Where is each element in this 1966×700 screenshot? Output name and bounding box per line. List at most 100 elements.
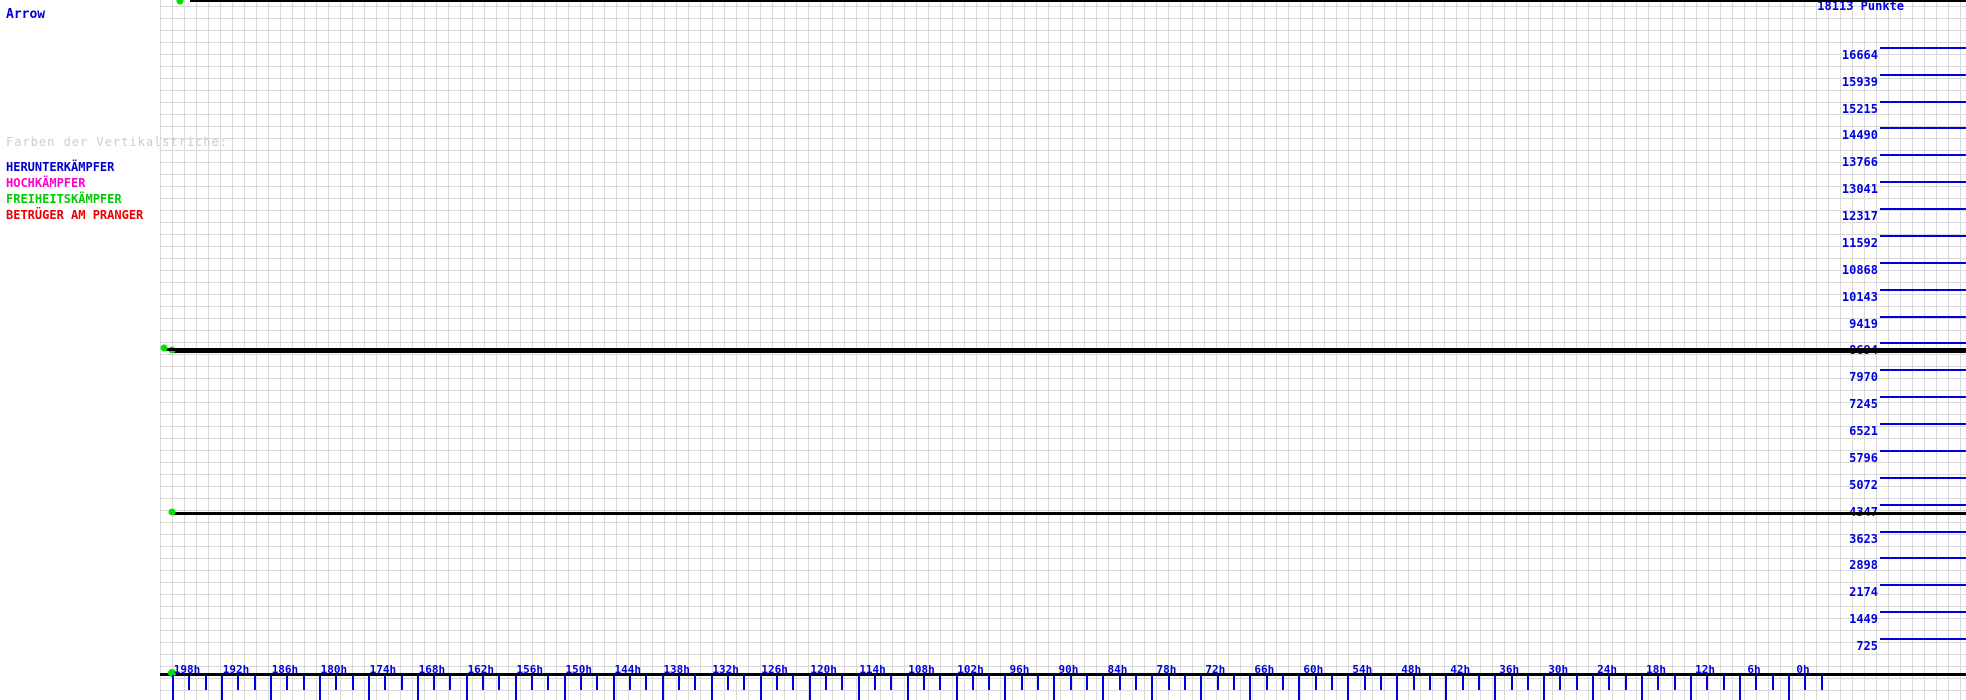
series-line bbox=[172, 511, 1966, 515]
x-axis-minor-tick bbox=[351, 675, 354, 690]
x-axis-minor-tick bbox=[1820, 675, 1823, 690]
x-axis-minor-tick bbox=[384, 675, 387, 690]
x-axis-minor-tick bbox=[547, 675, 550, 690]
x-axis-tick-label: 12h bbox=[1695, 663, 1715, 676]
y-gridline bbox=[1880, 234, 1966, 237]
series-line bbox=[163, 348, 1966, 351]
x-axis-minor-tick bbox=[1575, 675, 1578, 690]
x-axis-minor-tick bbox=[433, 675, 436, 690]
x-axis-minor-tick bbox=[204, 675, 207, 690]
y-gridline bbox=[1880, 73, 1966, 76]
x-axis-tick-label: 150h bbox=[565, 663, 593, 676]
x-axis-minor-tick bbox=[1037, 675, 1040, 690]
y-axis-tick-label: 13041 bbox=[1841, 182, 1878, 197]
y-gridline bbox=[1880, 154, 1966, 157]
x-axis-tick-label: 60h bbox=[1303, 663, 1324, 676]
y-gridline bbox=[1880, 288, 1966, 291]
y-axis-tick-label: 13766 bbox=[1841, 155, 1878, 170]
x-axis-tick-label: 102h bbox=[957, 663, 984, 676]
x-axis-tick-label: 174h bbox=[369, 663, 397, 676]
x-axis-tick-label: 6h bbox=[1747, 663, 1761, 676]
y-axis-tick-label: 5796 bbox=[1849, 450, 1878, 465]
y-gridline bbox=[1880, 100, 1966, 103]
x-axis-minor-tick bbox=[580, 675, 583, 690]
y-axis-tick-label: 3623 bbox=[1849, 531, 1878, 546]
x-axis-tick bbox=[1396, 675, 1399, 700]
y-axis-tick-label: 10868 bbox=[1841, 262, 1878, 277]
x-axis-minor-tick bbox=[694, 675, 697, 690]
x-axis-tick-label: 48h bbox=[1401, 663, 1422, 676]
x-axis-tick-label: 132h bbox=[712, 663, 739, 676]
x-axis-tick bbox=[710, 675, 713, 700]
x-axis-tick bbox=[1494, 675, 1497, 700]
x-axis-minor-tick bbox=[1706, 675, 1709, 690]
x-axis-minor-tick bbox=[596, 675, 599, 690]
y-axis-tick-label: 9419 bbox=[1849, 316, 1878, 331]
x-axis-tick bbox=[367, 675, 370, 700]
x-axis-tick bbox=[1053, 675, 1056, 700]
y-gridline bbox=[1880, 638, 1966, 641]
x-axis-tick bbox=[1641, 675, 1644, 700]
legend-item: HOCHKÄMPFER bbox=[6, 176, 86, 190]
x-axis-minor-tick bbox=[841, 675, 844, 690]
x-axis-tick-label: 36h bbox=[1499, 663, 1520, 676]
x-axis-minor-tick bbox=[1184, 675, 1187, 690]
x-axis-minor-tick bbox=[1281, 675, 1284, 690]
x-axis-minor-tick bbox=[188, 675, 191, 690]
x-axis-minor-tick bbox=[1477, 675, 1480, 690]
x-axis-minor-tick bbox=[792, 675, 795, 690]
x-axis-minor-tick bbox=[253, 675, 256, 690]
x-axis-tick-label: 72h bbox=[1205, 663, 1226, 676]
y-axis-tick-label: 12317 bbox=[1841, 209, 1878, 224]
x-axis-tick bbox=[1690, 675, 1693, 700]
y-axis-tick-label: 16664 bbox=[1841, 47, 1878, 62]
x-axis-tick bbox=[269, 675, 272, 700]
x-axis-minor-tick bbox=[302, 675, 305, 690]
x-axis-minor-tick bbox=[1755, 675, 1758, 690]
y-axis-tick-label: 2174 bbox=[1849, 585, 1878, 600]
x-axis-minor-tick bbox=[824, 675, 827, 690]
x-axis-tick-label: 186h bbox=[271, 663, 299, 676]
x-axis-tick bbox=[612, 675, 615, 700]
y-gridline bbox=[1880, 503, 1966, 506]
x-axis-tick-label: 126h bbox=[761, 663, 788, 676]
x-axis-tick bbox=[808, 675, 811, 700]
y-axis-tick-label: 1449 bbox=[1849, 612, 1878, 627]
x-axis-tick bbox=[1739, 675, 1742, 700]
x-axis-tick-label: 180h bbox=[320, 663, 348, 676]
x-axis-minor-tick bbox=[629, 675, 632, 690]
x-axis-tick-label: 54h bbox=[1352, 663, 1373, 676]
y-axis-tick-label: 725 bbox=[1856, 639, 1878, 654]
y-gridline bbox=[1880, 46, 1966, 49]
y-axis-tick-label: 15215 bbox=[1841, 101, 1878, 116]
y-axis-tick-label: 7245 bbox=[1849, 397, 1878, 412]
x-axis-tick bbox=[1298, 675, 1301, 700]
y-axis-tick-label: 5072 bbox=[1849, 477, 1878, 492]
x-axis-minor-tick bbox=[726, 675, 729, 690]
x-axis-minor-tick bbox=[1086, 675, 1089, 690]
y-gridline bbox=[1880, 396, 1966, 399]
x-axis-tick bbox=[416, 675, 419, 700]
x-axis-tick bbox=[1200, 675, 1203, 700]
x-axis-minor-tick bbox=[1624, 675, 1627, 690]
x-axis-tick bbox=[759, 675, 762, 700]
x-axis-minor-tick bbox=[1461, 675, 1464, 690]
x-axis-tick-label: 144h bbox=[614, 663, 641, 676]
y-gridline bbox=[1880, 369, 1966, 372]
x-axis-minor-tick bbox=[1118, 675, 1121, 690]
x-axis-minor-tick bbox=[335, 675, 338, 690]
x-axis-tick bbox=[1592, 675, 1595, 700]
x-axis-minor-tick bbox=[1363, 675, 1366, 690]
x-axis-tick bbox=[1249, 675, 1252, 700]
y-gridline bbox=[1880, 557, 1966, 560]
x-axis-tick-label: 96h bbox=[1009, 663, 1030, 676]
x-axis-minor-tick bbox=[971, 675, 974, 690]
y-gridline bbox=[1880, 127, 1966, 130]
x-axis-minor-tick bbox=[1804, 675, 1807, 690]
x-axis-minor-tick bbox=[400, 675, 403, 690]
x-axis-minor-tick bbox=[1412, 675, 1415, 690]
x-axis-minor-tick bbox=[1428, 675, 1431, 690]
x-axis-tick-label: 90h bbox=[1058, 663, 1079, 676]
x-axis-minor-tick bbox=[1233, 675, 1235, 690]
legend-item: FREIHEITSKÄMPFER bbox=[6, 192, 122, 206]
